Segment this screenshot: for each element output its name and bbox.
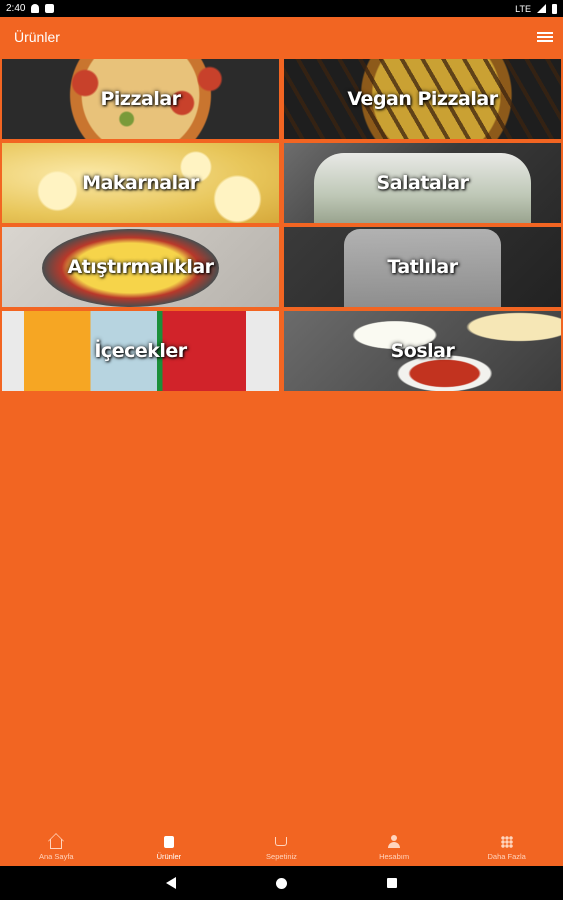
apps-icon [500, 835, 513, 848]
status-left: 2:40 [6, 3, 55, 14]
nav-label: Hesabım [379, 851, 410, 861]
status-right: LTE [515, 3, 557, 14]
category-label: Atıştırmalıklar [67, 256, 214, 278]
nav-item-ana-sayfa[interactable]: Ana Sayfa [0, 829, 113, 866]
network-type: LTE [515, 3, 531, 14]
list-icon[interactable] [537, 30, 553, 44]
home-icon [50, 838, 63, 849]
account-icon [388, 835, 401, 848]
status-time: 2:40 [6, 3, 26, 14]
nav-item-sepetiniz[interactable]: Sepetiniz [225, 829, 338, 866]
page-title: Ürünler [14, 29, 60, 45]
category-tile-soslar[interactable]: Soslar [282, 309, 563, 393]
notification-bell-icon [31, 4, 40, 13]
nav-label: Ana Sayfa [38, 851, 74, 861]
category-tile-salatalar[interactable]: Salatalar [282, 141, 563, 225]
category-label: Vegan Pizzalar [347, 88, 498, 110]
app-bar: Ürünler [0, 17, 563, 57]
cart-icon [275, 837, 288, 846]
nav-label: Sepetiniz [266, 851, 297, 861]
category-label: İçecekler [94, 340, 187, 362]
category-label: Makarnalar [82, 172, 199, 194]
signal-icon [537, 4, 546, 13]
notification-app-icon [45, 4, 55, 13]
recents-icon[interactable] [387, 878, 397, 888]
nav-label: Daha Fazla [487, 851, 526, 861]
category-grid: Pizzalar Vegan Pizzalar Makarnalar Salat… [0, 57, 563, 393]
nav-item-hesabim[interactable]: Hesabım [338, 829, 451, 866]
category-tile-makarnalar[interactable]: Makarnalar [0, 141, 281, 225]
system-navigation-bar [0, 866, 563, 900]
category-tile-atistirmaliklar[interactable]: Atıştırmalıklar [0, 225, 281, 309]
category-tile-vegan-pizzalar[interactable]: Vegan Pizzalar [282, 57, 563, 141]
nav-label: Ürünler [156, 851, 182, 861]
nav-item-daha-fazla[interactable]: Daha Fazla [450, 829, 563, 866]
menu-book-icon [163, 835, 174, 848]
category-label: Tatlılar [387, 256, 458, 278]
nav-item-urunler[interactable]: Ürünler [113, 829, 226, 866]
category-tile-icecekler[interactable]: İçecekler [0, 309, 281, 393]
status-bar: 2:40 LTE [0, 0, 563, 17]
bottom-navigation: Ana Sayfa Ürünler Sepetiniz Hesabım Daha… [0, 829, 563, 866]
home-button-icon[interactable] [276, 877, 287, 889]
battery-icon [552, 3, 557, 14]
category-label: Pizzalar [100, 88, 181, 110]
category-tile-pizzalar[interactable]: Pizzalar [0, 57, 281, 141]
category-label: Salatalar [376, 172, 469, 194]
category-label: Soslar [390, 340, 455, 362]
back-icon[interactable] [166, 877, 176, 889]
category-tile-tatlilar[interactable]: Tatlılar [282, 225, 563, 309]
